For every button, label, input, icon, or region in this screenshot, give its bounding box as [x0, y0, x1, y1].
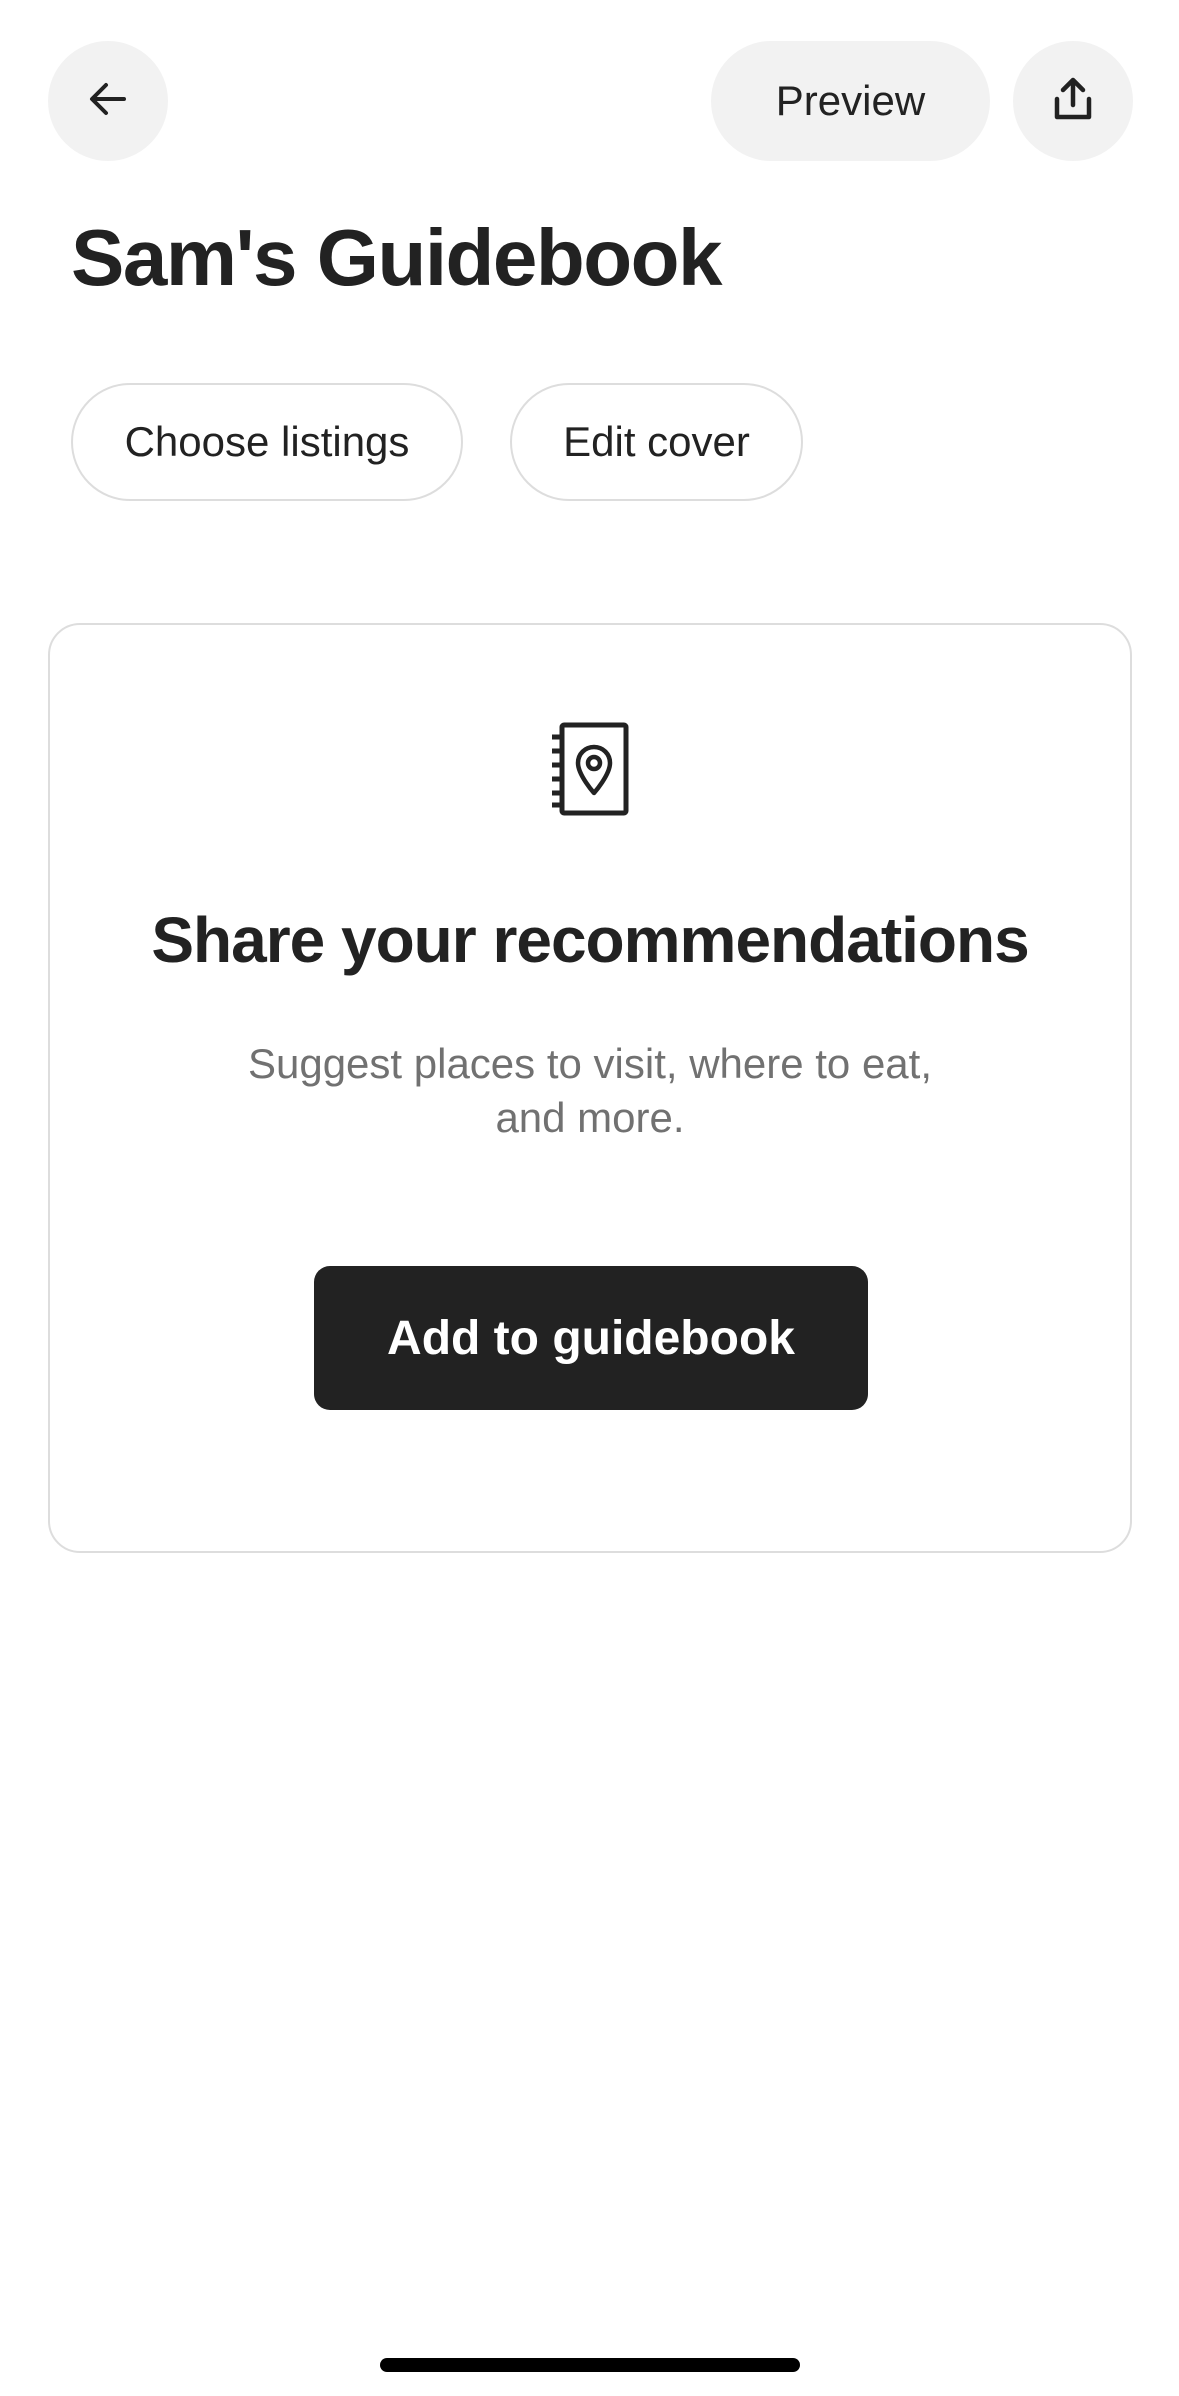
back-button[interactable] — [48, 41, 168, 161]
share-button[interactable] — [1013, 41, 1133, 161]
choose-listings-label: Choose listings — [124, 418, 410, 465]
preview-label: Preview — [775, 77, 926, 124]
guidebook-location-icon — [548, 721, 632, 817]
share-upload-icon — [1049, 75, 1097, 128]
page-title: Sam's Guidebook — [71, 213, 723, 302]
home-indicator — [380, 2358, 800, 2372]
arrow-left-icon — [84, 75, 132, 128]
edit-cover-label: Edit cover — [563, 418, 750, 465]
empty-state-subtitle: Suggest places to visit, where to eat, a… — [247, 1040, 933, 1141]
preview-button[interactable]: Preview — [711, 41, 990, 161]
add-to-guidebook-label: Add to guidebook — [387, 1311, 795, 1365]
top-bar: Preview — [0, 0, 1179, 200]
empty-state-heading: Share your recommendations — [151, 904, 1029, 976]
edit-cover-button[interactable]: Edit cover — [510, 383, 803, 501]
add-to-guidebook-button[interactable]: Add to guidebook — [314, 1266, 868, 1410]
empty-state-card: Share your recommendations Suggest place… — [48, 623, 1132, 1553]
choose-listings-button[interactable]: Choose listings — [71, 383, 463, 501]
